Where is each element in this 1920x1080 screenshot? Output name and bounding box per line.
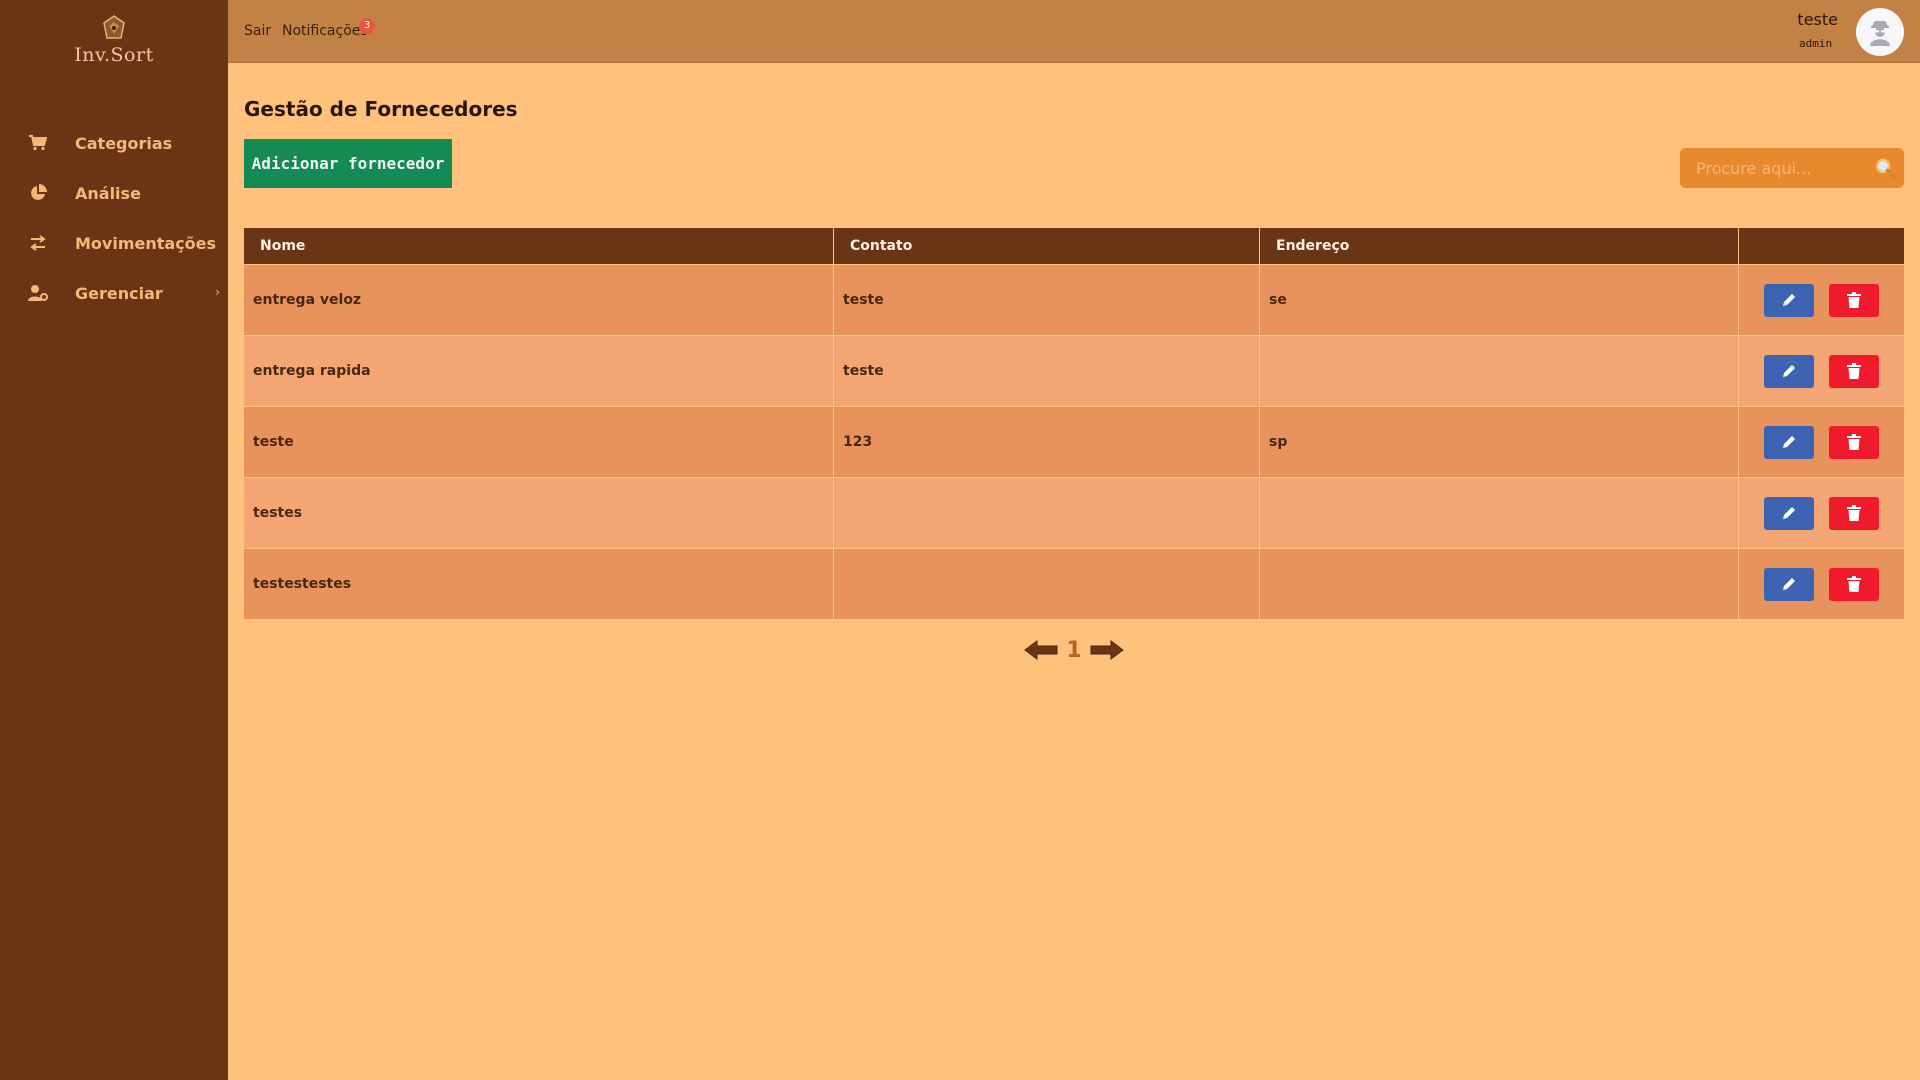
cell-actions <box>1739 265 1904 335</box>
delete-button[interactable] <box>1829 425 1879 459</box>
sidebar-item-label: Gerenciar <box>75 283 163 303</box>
pencil-icon <box>1783 436 1795 448</box>
logout-link[interactable]: Sair <box>244 23 271 39</box>
add-supplier-button[interactable]: Adicionar fornecedor <box>244 139 452 188</box>
column-header-nome: Nome <box>244 228 834 264</box>
pagination: 1 <box>1024 636 1124 664</box>
search-icon[interactable] <box>1874 157 1896 183</box>
cell-contato <box>834 549 1260 619</box>
delete-button[interactable] <box>1829 354 1879 388</box>
user-role: admin <box>1799 37 1833 50</box>
table-row: teste 123 sp <box>244 406 1904 477</box>
prev-page-button[interactable] <box>1024 639 1058 661</box>
cart-icon <box>28 133 48 153</box>
user-gear-icon <box>28 283 48 303</box>
edit-button[interactable] <box>1764 496 1814 530</box>
pencil-icon <box>1783 578 1795 590</box>
cell-contato: teste <box>834 265 1260 335</box>
cell-actions <box>1739 549 1904 619</box>
page-title: Gestão de Fornecedores <box>244 97 518 121</box>
table-row: testestestes <box>244 548 1904 619</box>
cell-endereco <box>1260 549 1739 619</box>
chevron-right-icon: › <box>215 285 220 299</box>
trash-icon <box>1847 505 1861 521</box>
search-input[interactable] <box>1680 148 1860 188</box>
arrow-left-icon <box>1024 640 1058 660</box>
edit-button[interactable] <box>1764 567 1814 601</box>
cell-nome: teste <box>244 407 834 477</box>
search-box <box>1680 148 1904 188</box>
logo-icon <box>103 15 125 39</box>
cell-actions <box>1739 478 1904 548</box>
notification-badge: 3 <box>359 18 375 34</box>
cell-actions <box>1739 336 1904 406</box>
pencil-icon <box>1783 294 1795 306</box>
cell-endereco <box>1260 478 1739 548</box>
edit-button[interactable] <box>1764 283 1814 317</box>
trash-icon <box>1847 292 1861 308</box>
top-header: Sair Notificações 3 teste admin <box>228 0 1920 63</box>
next-page-button[interactable] <box>1090 639 1124 661</box>
cell-endereco: se <box>1260 265 1739 335</box>
trash-icon <box>1847 576 1861 592</box>
cell-endereco: sp <box>1260 407 1739 477</box>
table-header: Nome Contato Endereço <box>244 228 1904 264</box>
avatar[interactable] <box>1856 8 1904 56</box>
cell-actions <box>1739 407 1904 477</box>
current-page-number: 1 <box>1066 637 1082 663</box>
pencil-icon <box>1783 507 1795 519</box>
trash-icon <box>1847 363 1861 379</box>
cell-contato <box>834 478 1260 548</box>
logo-text: Inv.Sort <box>74 44 154 66</box>
sidebar-item-analise[interactable]: Análise <box>0 168 228 218</box>
suppliers-table: Nome Contato Endereço entrega veloz test… <box>244 228 1904 619</box>
app-logo[interactable]: Inv.Sort <box>0 14 228 66</box>
table-row: entrega veloz teste se <box>244 264 1904 335</box>
cell-nome: testestestes <box>244 549 834 619</box>
delete-button[interactable] <box>1829 496 1879 530</box>
delete-button[interactable] <box>1829 567 1879 601</box>
edit-button[interactable] <box>1764 354 1814 388</box>
cell-nome: entrega veloz <box>244 265 834 335</box>
edit-button[interactable] <box>1764 425 1814 459</box>
sidebar: Inv.Sort Categorias Análise Movimentaçõe… <box>0 0 228 1080</box>
delete-button[interactable] <box>1829 283 1879 317</box>
column-header-contato: Contato <box>834 228 1260 264</box>
sidebar-item-label: Categorias <box>75 133 173 153</box>
pencil-icon <box>1783 365 1795 377</box>
sidebar-item-label: Movimentações <box>75 233 217 253</box>
pie-chart-icon <box>28 183 48 203</box>
cell-nome: testes <box>244 478 834 548</box>
table-row: entrega rapida teste <box>244 335 1904 406</box>
cell-contato: 123 <box>834 407 1260 477</box>
column-header-endereco: Endereço <box>1260 228 1739 264</box>
column-header-actions <box>1739 228 1904 264</box>
notifications-link[interactable]: Notificações <box>282 23 368 39</box>
swap-arrows-icon <box>28 233 48 253</box>
user-avatar-icon <box>1870 21 1890 46</box>
sidebar-item-movimentacoes[interactable]: Movimentações <box>0 218 228 268</box>
sidebar-item-gerenciar[interactable]: Gerenciar › <box>0 268 228 318</box>
sidebar-item-label: Análise <box>75 183 141 203</box>
cell-endereco <box>1260 336 1739 406</box>
sidebar-item-categorias[interactable]: Categorias <box>0 118 228 168</box>
table-row: testes <box>244 477 1904 548</box>
cell-nome: entrega rapida <box>244 336 834 406</box>
arrow-right-icon <box>1090 640 1124 660</box>
cell-contato: teste <box>834 336 1260 406</box>
trash-icon <box>1847 434 1861 450</box>
sidebar-nav: Categorias Análise Movimentações Gerenci… <box>0 118 228 318</box>
user-name: teste <box>1797 10 1838 29</box>
